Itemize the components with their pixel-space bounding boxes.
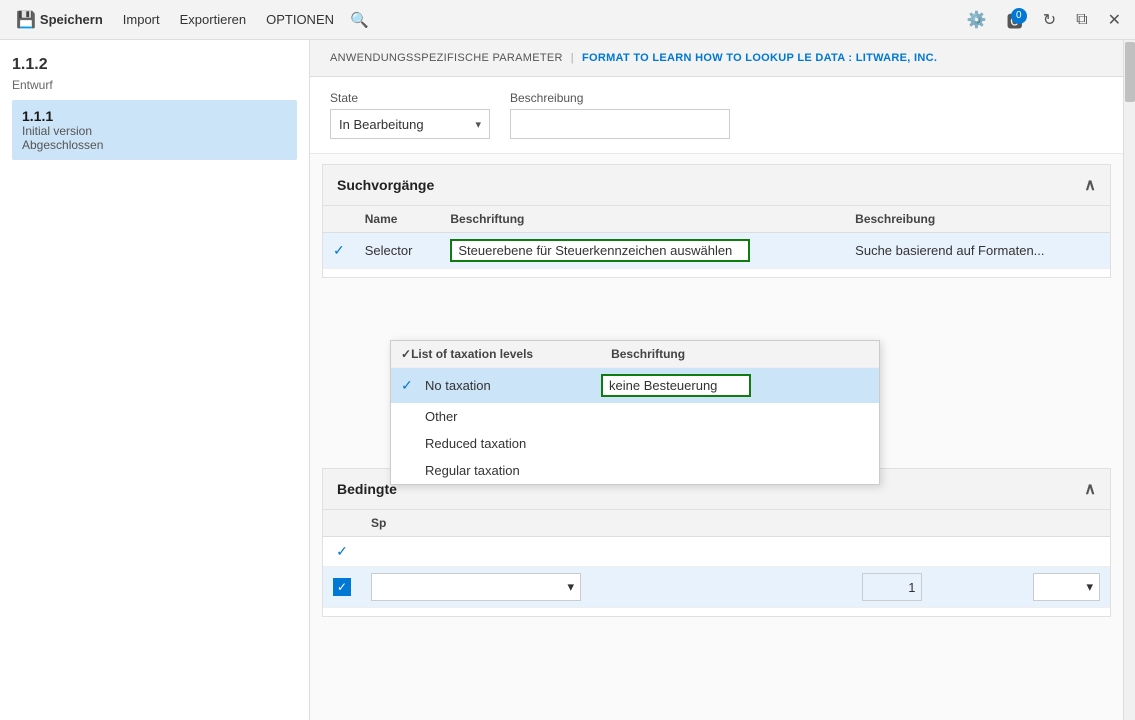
bedingungen-table: Sp ✓ (323, 510, 1110, 608)
bedingungen-data-row[interactable]: ✓ ▾ 1 (323, 567, 1110, 608)
beschreibung-label: Beschreibung (510, 91, 730, 105)
checkmark-icon: ✓ (333, 242, 345, 258)
suchvorgaenge-header-row: Name Beschriftung Beschreibung (323, 206, 1110, 233)
chevron-down-icon-bed: ▾ (567, 579, 574, 595)
toolbar-right: ⚙️ 🅾 0 ↻ ⧉ ✕ (961, 4, 1127, 36)
close-icon-btn[interactable]: ✕ (1102, 6, 1127, 34)
state-field: State In Bearbeitung ▾ (330, 91, 490, 139)
bed-empty-row (361, 537, 1110, 567)
bed-row-number: 1 (862, 573, 922, 601)
row-check: ✓ (323, 233, 355, 269)
restore-icon-btn[interactable]: ⧉ (1070, 7, 1093, 33)
sidebar-item-title: 1.1.1 (22, 108, 287, 124)
import-button[interactable]: Import (115, 8, 168, 31)
dropdown-col-beschriftung: Beschriftung (611, 347, 869, 361)
beschreibung-field: Beschreibung (510, 91, 730, 139)
state-label: State (330, 91, 490, 105)
bed-col-check (323, 510, 361, 537)
breadcrumb-part1: ANWENDUNGSSPEZIFISCHE PARAMETER (330, 52, 563, 64)
breadcrumb: ANWENDUNGSSPEZIFISCHE PARAMETER | FORMAT… (310, 40, 1123, 77)
breadcrumb-separator: | (571, 52, 574, 64)
dropdown-item-name-no-taxation: No taxation (425, 378, 601, 393)
bedingungen-title: Bedingte (337, 481, 397, 497)
bed-checkmark-icon: ✓ (336, 543, 348, 559)
dropdown-item-label-no-taxation: keine Besteuerung (601, 374, 869, 397)
bed-row-select2[interactable]: ▾ (1033, 573, 1100, 601)
collapse-icon: ∧ (1084, 175, 1096, 195)
toolbar: 💾 Speichern Import Exportieren OPTIONEN … (0, 0, 1135, 40)
sidebar-version: 1.1.2 (12, 56, 297, 74)
suchvorgaenge-table: Name Beschriftung Beschreibung ✓ (323, 206, 1110, 269)
dropdown-col-list: List of taxation levels (411, 347, 611, 361)
save-button[interactable]: 💾 Speichern (8, 6, 111, 34)
content-area: ANWENDUNGSSPEZIFISCHE PARAMETER | FORMAT… (310, 40, 1123, 720)
sidebar-item-1-1-1[interactable]: 1.1.1 Initial version Abgeschlossen (12, 100, 297, 160)
scrollbar-thumb[interactable] (1125, 42, 1135, 102)
bedingungen-header-row: Sp (323, 510, 1110, 537)
dropdown-check-col: ✓ (401, 347, 411, 361)
content-with-scrollbar: ANWENDUNGSSPEZIFISCHE PARAMETER | FORMAT… (310, 40, 1135, 720)
row-beschriftung: Steuerebene für Steuerkennzeichen auswäh… (440, 233, 845, 269)
chevron-down-icon: ▾ (475, 118, 481, 131)
dropdown-item-name-regular: Regular taxation (425, 463, 601, 478)
dropdown-item-name-other: Other (425, 409, 601, 424)
state-select[interactable]: In Bearbeitung ▾ (330, 109, 490, 139)
beschreibung-input[interactable] (510, 109, 730, 139)
sidebar: 1.1.2 Entwurf 1.1.1 Initial version Abge… (0, 40, 310, 720)
dropdown-item-reduced[interactable]: Reduced taxation (391, 430, 879, 457)
col-name-header: Name (355, 206, 441, 233)
dropdown-item-name-reduced: Reduced taxation (425, 436, 601, 451)
bed-check-col: ✓ (323, 537, 361, 567)
bed-row-select-col: ▾ (361, 567, 852, 608)
bedingungen-collapse-icon: ∧ (1084, 479, 1096, 499)
options-button[interactable]: OPTIONEN (258, 8, 342, 31)
sidebar-item-sub2: Abgeschlossen (22, 138, 287, 152)
breadcrumb-part2: FORMAT TO LEARN HOW TO LOOKUP LE DATA : … (582, 52, 937, 64)
beschriftung-cell-edit[interactable]: Steuerebene für Steuerkennzeichen auswäh… (450, 239, 750, 262)
form-row: State In Bearbeitung ▾ Beschreibung (310, 77, 1123, 154)
scrollbar-track[interactable] (1123, 40, 1135, 720)
dropdown-header: ✓ List of taxation levels Beschriftung (391, 341, 879, 368)
label-edit-no-taxation[interactable]: keine Besteuerung (601, 374, 751, 397)
badge: 0 (1011, 8, 1027, 24)
row-beschreibung: Suche basierend auf Formaten... (845, 233, 1110, 269)
refresh-icon-btn[interactable]: ↻ (1037, 6, 1062, 34)
dropdown-item-other[interactable]: Other (391, 403, 879, 430)
search-icon: 🔍 (350, 11, 369, 29)
bedingungen-body: Sp ✓ (323, 510, 1110, 616)
bedingungen-check-row: ✓ (323, 537, 1110, 567)
dropdown-item-regular[interactable]: Regular taxation (391, 457, 879, 484)
row-name: Selector (355, 233, 441, 269)
bed-row-check-blue: ✓ (323, 567, 361, 608)
suchvorgaenge-section: Suchvorgänge ∧ Name Beschriftung Beschre… (322, 164, 1111, 278)
settings-icon-btn[interactable]: ⚙️ (961, 6, 993, 34)
sidebar-draft: Entwurf (12, 78, 297, 92)
dropdown-popup: ✓ List of taxation levels Beschriftung ✓… (390, 340, 880, 485)
check-box-blue: ✓ (333, 578, 351, 596)
state-select-value: In Bearbeitung (339, 117, 475, 132)
dropdown-checkmark-no-taxation: ✓ (401, 377, 425, 394)
save-icon: 💾 (16, 10, 36, 30)
export-button[interactable]: Exportieren (172, 8, 254, 31)
col-beschriftung-header: Beschriftung (440, 206, 845, 233)
bed-row-select2-col: ▾ (1023, 567, 1110, 608)
bed-row-number-col: 1 (852, 567, 1023, 608)
suchvorgaenge-header[interactable]: Suchvorgänge ∧ (323, 165, 1110, 206)
table-row[interactable]: ✓ Selector Steuerebene für Steuerkennzei… (323, 233, 1110, 269)
suchvorgaenge-title: Suchvorgänge (337, 177, 434, 193)
main-layout: 1.1.2 Entwurf 1.1.1 Initial version Abge… (0, 40, 1135, 720)
sidebar-item-sub1: Initial version (22, 124, 287, 138)
bed-row-select[interactable]: ▾ (371, 573, 581, 601)
dropdown-item-no-taxation[interactable]: ✓ No taxation keine Besteuerung (391, 368, 879, 403)
suchvorgaenge-body: Name Beschriftung Beschreibung ✓ (323, 206, 1110, 277)
col-beschreibung-header: Beschreibung (845, 206, 1110, 233)
col-check (323, 206, 355, 233)
chevron-down-icon-bed2: ▾ (1086, 579, 1093, 595)
bed-col-sp: Sp (361, 510, 1110, 537)
content-scroll: Suchvorgänge ∧ Name Beschriftung Beschre… (310, 164, 1123, 629)
bedingungen-section: Bedingte ∧ Sp (322, 468, 1111, 617)
office-icon-wrap: 🅾 0 (1001, 4, 1029, 36)
